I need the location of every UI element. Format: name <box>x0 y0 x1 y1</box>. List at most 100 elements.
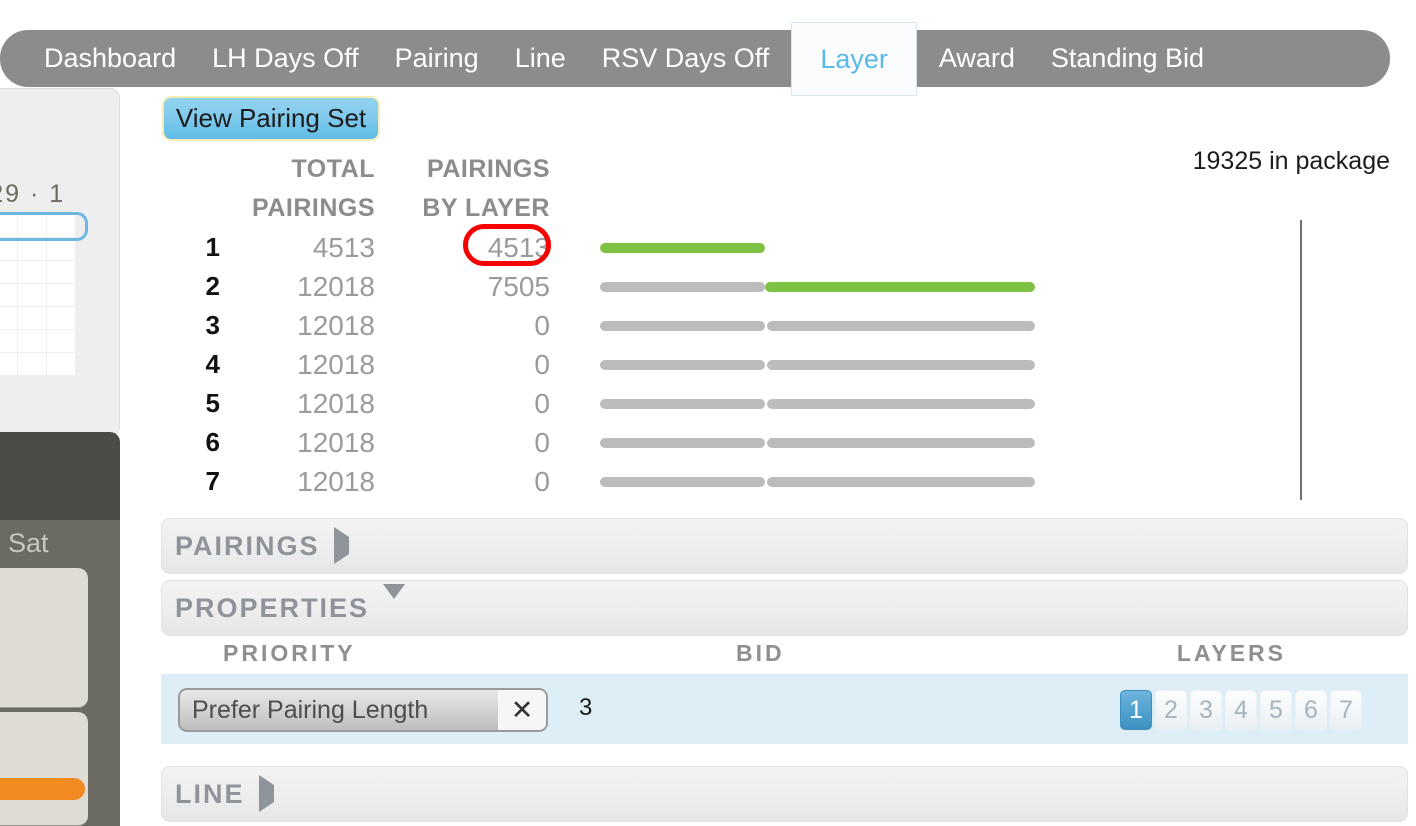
section-pairings[interactable]: PAIRINGS <box>161 518 1408 574</box>
stats-header-layer-line1: PAIRINGS <box>427 155 550 183</box>
layer-index: 7 <box>205 466 220 496</box>
bar-segment-filled <box>765 282 1035 292</box>
view-pairing-set-button[interactable]: View Pairing Set <box>162 96 380 141</box>
mini-calendar-cell[interactable] <box>47 284 75 306</box>
mini-calendar-cell[interactable] <box>0 261 17 283</box>
layer-total: 12018 <box>297 387 375 419</box>
mini-calendar-cell[interactable] <box>0 215 17 237</box>
tab-standing-bid[interactable]: Standing Bid <box>1051 30 1204 87</box>
day-card[interactable]: 6 <box>0 568 88 708</box>
mini-calendar-cell[interactable] <box>18 215 46 237</box>
mini-calendar-dates: · 29 · 1 <box>0 180 66 208</box>
layer-by-layer: 0 <box>534 348 550 380</box>
layer-chip-1[interactable]: 1 <box>1120 690 1152 730</box>
bar-segment-empty <box>600 321 765 331</box>
mini-calendar-cell[interactable] <box>47 330 75 352</box>
mini-calendar-cell[interactable] <box>0 353 17 375</box>
chevron-right-icon <box>258 775 274 812</box>
mini-calendar-row[interactable] <box>0 330 85 353</box>
day-card[interactable]: 3 <box>0 712 88 826</box>
mini-calendar-cell[interactable] <box>0 330 17 352</box>
tab-pairing-wrap: Pairing <box>395 30 479 87</box>
bar-row-1 <box>600 228 1060 267</box>
priority-chip[interactable]: Prefer Pairing Length ✕ <box>178 688 548 732</box>
tab-pairing[interactable]: Pairing <box>395 30 479 87</box>
bar-segment-empty <box>600 399 765 409</box>
bar-row-6 <box>600 423 1060 462</box>
layer-chip-7[interactable]: 7 <box>1330 690 1362 730</box>
layer-by-layer: 0 <box>534 387 550 419</box>
schedule-event-bar[interactable] <box>0 778 85 800</box>
layer-total: 12018 <box>297 465 375 497</box>
bar-segment-empty <box>767 399 1035 409</box>
mini-calendar-cell[interactable] <box>47 261 75 283</box>
tab-line[interactable]: Line <box>515 30 566 87</box>
bar-segment-empty <box>767 438 1035 448</box>
main-tab-bar: Dashboard LH Days Off Pairing Line RSV D… <box>0 21 1390 96</box>
bar-segment-empty <box>600 360 765 370</box>
mini-calendar-cell[interactable] <box>47 353 75 375</box>
bar-segment-empty <box>767 360 1035 370</box>
tab-dashboard[interactable]: Dashboard <box>44 30 176 87</box>
layer-chip-6[interactable]: 6 <box>1295 690 1327 730</box>
bar-row-5 <box>600 384 1060 423</box>
tab-award-wrap: Award <box>939 30 1015 87</box>
layer-total: 4513 <box>312 231 375 263</box>
column-header-bid: BID <box>736 640 785 666</box>
mini-calendar-row[interactable] <box>0 238 85 261</box>
close-icon[interactable]: ✕ <box>498 690 546 730</box>
bar-chart-spacer <box>600 150 1060 228</box>
bar-segment-empty <box>600 282 765 292</box>
tab-dashboard-wrap: Dashboard <box>44 30 176 87</box>
stats-header-layer-line2: BY LAYER <box>422 194 550 222</box>
day-number: 6 <box>0 568 88 603</box>
section-properties[interactable]: PROPERTIES <box>161 580 1408 636</box>
section-line[interactable]: LINE <box>161 766 1408 822</box>
mini-calendar-row[interactable] <box>0 307 85 330</box>
tab-rsv-days-off[interactable]: RSV Days Off <box>602 30 770 87</box>
mini-calendar-cell[interactable] <box>18 284 46 306</box>
mini-calendar-cell[interactable] <box>47 307 75 329</box>
mini-calendar-cell[interactable] <box>18 307 46 329</box>
layer-chip-2[interactable]: 2 <box>1155 690 1187 730</box>
layer-index: 3 <box>205 310 220 340</box>
layer-total: 12018 <box>297 426 375 458</box>
bar-row-4 <box>600 345 1060 384</box>
mini-calendar-cell[interactable] <box>0 284 17 306</box>
chart-axis-divider <box>1300 220 1302 500</box>
mini-calendar-cell[interactable] <box>18 330 46 352</box>
mini-calendar-cell[interactable] <box>18 261 46 283</box>
mini-calendar-cell[interactable] <box>0 307 17 329</box>
left-panel-dark <box>0 432 120 522</box>
mini-calendar-row[interactable] <box>0 353 85 376</box>
layer-by-layer: 0 <box>534 465 550 497</box>
layer-index: 5 <box>205 388 220 418</box>
tab-line-wrap: Line <box>515 30 566 87</box>
bid-value: 3 <box>579 694 593 721</box>
mini-calendar-cell[interactable] <box>0 238 17 260</box>
mini-calendar-cell[interactable] <box>47 215 75 237</box>
priority-name: Prefer Pairing Length <box>192 695 429 724</box>
mini-calendar-row[interactable] <box>0 212 88 241</box>
layer-chip-4[interactable]: 4 <box>1225 690 1257 730</box>
tab-award[interactable]: Award <box>939 30 1015 87</box>
bar-row-2 <box>600 267 1060 306</box>
mini-calendar-cell[interactable] <box>18 238 46 260</box>
bar-segment-filled <box>600 243 765 253</box>
bar-row-7 <box>600 462 1060 501</box>
tab-layer[interactable]: Layer <box>791 21 917 96</box>
tab-lh-days-off[interactable]: LH Days Off <box>212 30 359 87</box>
chevron-right-icon <box>333 527 349 564</box>
mini-calendar-row[interactable] <box>0 284 85 307</box>
properties-column-headers: PRIORITY BID LAYERS <box>161 640 1408 672</box>
mini-calendar-row[interactable] <box>0 261 85 284</box>
chevron-down-icon <box>383 584 406 617</box>
section-pairings-label: PAIRINGS <box>175 530 320 561</box>
mini-calendar-cell[interactable] <box>47 238 75 260</box>
properties-row: Prefer Pairing Length ✕ 3 1 2 3 4 5 6 7 <box>161 674 1408 744</box>
day-number: 3 <box>0 712 88 747</box>
layer-chip-5[interactable]: 5 <box>1260 690 1292 730</box>
tab-standing-bid-wrap: Standing Bid <box>1051 30 1204 87</box>
mini-calendar-cell[interactable] <box>18 353 46 375</box>
layer-chip-3[interactable]: 3 <box>1190 690 1222 730</box>
